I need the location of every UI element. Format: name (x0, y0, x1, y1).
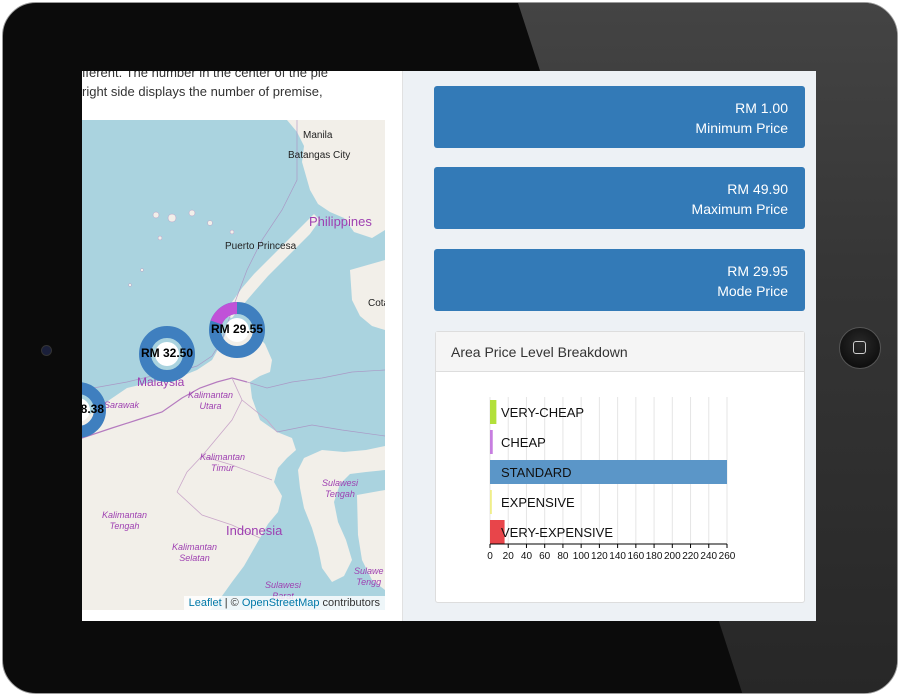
marker-label-1: RM 29.55 (210, 322, 264, 336)
marker-label-2: RM 32.50 (140, 346, 194, 360)
camera-icon (41, 345, 52, 356)
max-price-card: RM 49.90 Maximum Price (434, 167, 805, 229)
chart-tick-label: 120 (591, 551, 608, 562)
map-attribution: Leaflet | © OpenStreetMap contributors (183, 596, 385, 610)
screen: fferent. The number in the center of the… (82, 71, 816, 621)
map-label-philippines: Philippines (309, 214, 372, 229)
min-price-card: RM 1.00 Minimum Price (434, 86, 805, 148)
max-price-label: Maximum Price (691, 201, 788, 217)
intro-line-2: right side displays the number of premis… (82, 84, 323, 99)
left-pane: fferent. The number in the center of the… (82, 71, 402, 621)
map-label-sulteng: Sulawesi Tengah (322, 478, 359, 499)
map-label-cota: Cota (368, 298, 385, 309)
leaflet-link[interactable]: Leaflet (189, 597, 222, 609)
chart-tick-label: 20 (503, 551, 515, 562)
chart-category-label: CHEAP (501, 435, 546, 450)
min-price-label: Minimum Price (695, 120, 788, 136)
small-islands (128, 209, 235, 287)
home-square-icon (853, 341, 866, 354)
map-label-sarawak: Sarawak (104, 400, 140, 410)
chart-category-label: STANDARD (501, 465, 572, 480)
map-label-manila: Manila (303, 130, 333, 141)
chart-bar-cheap[interactable] (490, 430, 493, 454)
chart-bar-very-cheap[interactable] (490, 400, 497, 424)
map-label-sultengg: Sulawe Tengg (354, 566, 384, 587)
map-label-kalteng: Kalimantan Tengah (102, 510, 148, 531)
map-label-kaltara: Kalimantan Utara (188, 390, 234, 411)
price-marker-2[interactable]: RM 32.50 (137, 326, 197, 382)
chart-tick-label: 80 (557, 551, 569, 562)
chart-tick-label: 0 (487, 551, 493, 562)
chart-category-label: VERY-EXPENSIVE (501, 525, 613, 540)
map-label-puerto-princesa: Puerto Princesa (225, 241, 297, 252)
map[interactable]: Manila Batangas City Philippines Puerto … (82, 120, 385, 610)
marker-label-3: 8.38 (82, 402, 104, 416)
chart-tick-label: 40 (521, 551, 533, 562)
map-label-indonesia: Indonesia (226, 523, 283, 538)
mindanao-landmass (350, 260, 385, 330)
min-price-value: RM 1.00 (735, 100, 788, 116)
attribution-suffix: contributors (319, 597, 380, 609)
breakdown-title: Area Price Level Breakdown (436, 332, 804, 372)
intro-line-1: fferent. The number in the center of the… (82, 71, 328, 80)
chart-tick-label: 200 (664, 551, 681, 562)
openstreetmap-link[interactable]: OpenStreetMap (242, 597, 320, 609)
chart-category-label: VERY-CHEAP (501, 405, 584, 420)
breakdown-panel: Area Price Level Breakdown VERY-CHEAP CHE… (435, 331, 805, 603)
mode-price-value: RM 29.95 (727, 263, 788, 279)
chart-tick-label: 260 (719, 551, 736, 562)
map-label-kalsel: Kalimantan Selatan (172, 542, 218, 563)
chart-tick-label: 180 (646, 551, 663, 562)
price-marker-3[interactable]: 8.38 (82, 382, 108, 438)
chart-bar-expensive[interactable] (490, 490, 492, 514)
mode-price-card: RM 29.95 Mode Price (434, 249, 805, 311)
chart-tick-label: 240 (700, 551, 717, 562)
max-price-value: RM 49.90 (727, 181, 788, 197)
chart-tick-label: 220 (682, 551, 699, 562)
chart-tick-label: 60 (539, 551, 551, 562)
right-pane: RM 1.00 Minimum Price RM 49.90 Maximum P… (403, 71, 816, 621)
chart-tick-label: 100 (573, 551, 590, 562)
breakdown-chart: VERY-CHEAP CHEAP STANDARD EXPENSIVE VERY-EXP… (487, 397, 736, 562)
price-marker-1[interactable]: RM 29.55 (207, 301, 267, 358)
chart-tick-label: 160 (628, 551, 645, 562)
intro-text: fferent. The number in the center of the… (82, 71, 382, 101)
map-label-kaltim: Kalimantan Timur (200, 452, 246, 473)
home-button[interactable] (839, 327, 881, 369)
chart-tick-label: 140 (609, 551, 626, 562)
maritime-boundary-3 (276, 424, 385, 437)
mode-price-label: Mode Price (717, 283, 788, 299)
attribution-separator: | © (221, 597, 242, 609)
chart-category-label: EXPENSIVE (501, 495, 575, 510)
map-label-batangas: Batangas City (288, 150, 351, 161)
